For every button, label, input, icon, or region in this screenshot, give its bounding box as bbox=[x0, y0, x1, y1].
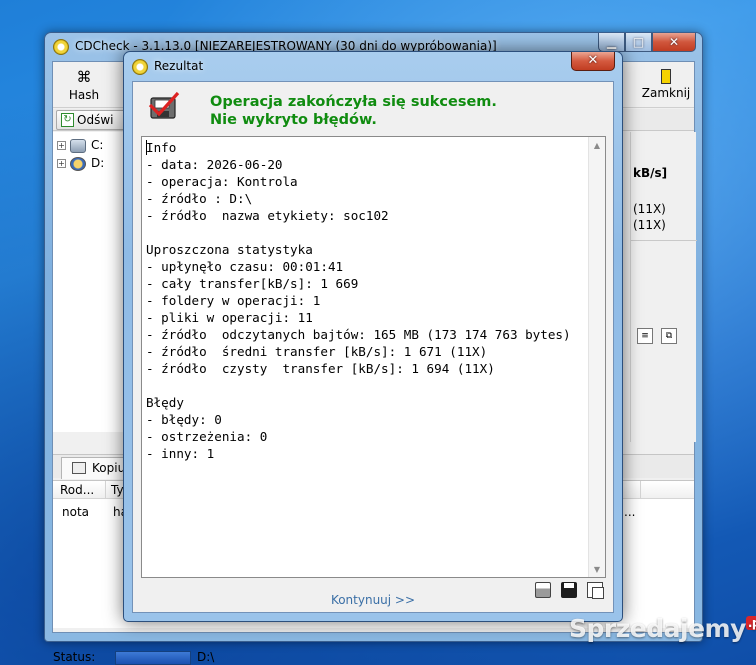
tree-item-d[interactable]: + D: bbox=[57, 156, 104, 172]
hash-icon: ⌘ bbox=[76, 68, 92, 86]
close-window-button[interactable]: ✕ bbox=[652, 33, 696, 52]
transfer-row: (11X) bbox=[633, 202, 666, 216]
refresh-button[interactable]: ↻ Odświ bbox=[56, 110, 132, 130]
cdcheck-app-icon bbox=[53, 39, 69, 55]
save-icon[interactable] bbox=[561, 582, 577, 598]
copy-icon[interactable]: ⧉ bbox=[661, 328, 677, 344]
no-errors-message: Nie wykryto błędów. bbox=[210, 112, 377, 128]
divider bbox=[631, 240, 697, 241]
hash-button[interactable]: ⌘ Hash bbox=[57, 66, 111, 106]
cd-drive-icon bbox=[70, 156, 86, 171]
text-caret bbox=[146, 140, 147, 155]
maximize-button[interactable]: □ bbox=[625, 33, 652, 52]
printer-icon[interactable] bbox=[535, 582, 551, 598]
caption-buttons: ▁ □ ✕ bbox=[598, 33, 696, 53]
column-header-kind[interactable]: Ty bbox=[111, 483, 124, 497]
dialog-titlebar[interactable]: Rezultat ✕ bbox=[124, 52, 622, 80]
result-dialog: Rezultat ✕ Operacja zakończyła się sukce… bbox=[123, 51, 623, 622]
tree-item-c[interactable]: + C: bbox=[57, 138, 103, 154]
refresh-icon: ↻ bbox=[61, 113, 74, 127]
status-bar: Status: D:\ bbox=[53, 648, 694, 665]
expand-icon[interactable]: + bbox=[57, 159, 66, 168]
continue-button[interactable]: Kontynuuj >> bbox=[329, 590, 417, 610]
dialog-title: Rezultat bbox=[154, 59, 204, 73]
report-scrollbar[interactable]: ▲ ▼ bbox=[588, 137, 605, 577]
status-progress-bar bbox=[115, 651, 191, 665]
status-label: Status: bbox=[53, 650, 96, 664]
refresh-label: Odświ bbox=[77, 113, 114, 127]
tab-copy[interactable]: Kopiu bbox=[61, 457, 133, 479]
watermark-tld: .pl bbox=[745, 616, 756, 630]
success-message: Operacja zakończyła się sukcesem. bbox=[210, 94, 497, 110]
report-textbox[interactable]: Info - data: 2026-06-20 - operacja: Kont… bbox=[141, 136, 606, 578]
scroll-up-icon[interactable]: ▲ bbox=[592, 141, 602, 151]
copy-icon[interactable] bbox=[587, 582, 604, 599]
sprzedajemy-watermark: Sprzedajemy.pl bbox=[569, 614, 756, 643]
hard-drive-icon bbox=[70, 138, 86, 153]
report-icon[interactable]: ≡ bbox=[637, 328, 653, 344]
dialog-close-button[interactable]: ✕ bbox=[571, 52, 615, 71]
transfer-panel: kB/s] (11X) (11X) ≡ ⧉ bbox=[630, 132, 697, 442]
column-divider bbox=[640, 481, 641, 499]
expand-icon[interactable]: + bbox=[57, 141, 66, 150]
close-app-button[interactable]: Zamknij bbox=[639, 66, 693, 106]
transfer-row: (11X) bbox=[633, 218, 666, 232]
scroll-down-icon[interactable]: ▼ bbox=[592, 565, 602, 575]
minimize-button[interactable]: ▁ bbox=[598, 33, 625, 52]
status-path: D:\ bbox=[197, 650, 215, 664]
tree-item-label: D: bbox=[91, 156, 105, 170]
close-app-label: Zamknij bbox=[641, 86, 691, 100]
cdcheck-app-icon bbox=[132, 59, 148, 75]
drive-tree: + C: + D: bbox=[53, 132, 131, 432]
column-divider bbox=[105, 481, 106, 499]
grid-cell: nota bbox=[62, 505, 90, 519]
result-check-icon bbox=[148, 91, 180, 119]
dialog-client-area: Operacja zakończyła się sukcesem. Nie wy… bbox=[132, 81, 614, 613]
hash-button-label: Hash bbox=[68, 88, 100, 102]
report-text[interactable]: Info - data: 2026-06-20 - operacja: Kont… bbox=[146, 139, 594, 575]
exit-door-icon bbox=[661, 69, 671, 84]
grid-cell: ... bbox=[624, 505, 636, 519]
transfer-header: kB/s] bbox=[633, 166, 668, 180]
column-header-type[interactable]: Rod... bbox=[60, 483, 94, 497]
watermark-name: Sprzedajemy bbox=[569, 614, 746, 643]
tree-item-label: C: bbox=[91, 138, 104, 152]
copy-tab-icon bbox=[72, 462, 86, 474]
tab-copy-label: Kopiu bbox=[92, 461, 126, 475]
